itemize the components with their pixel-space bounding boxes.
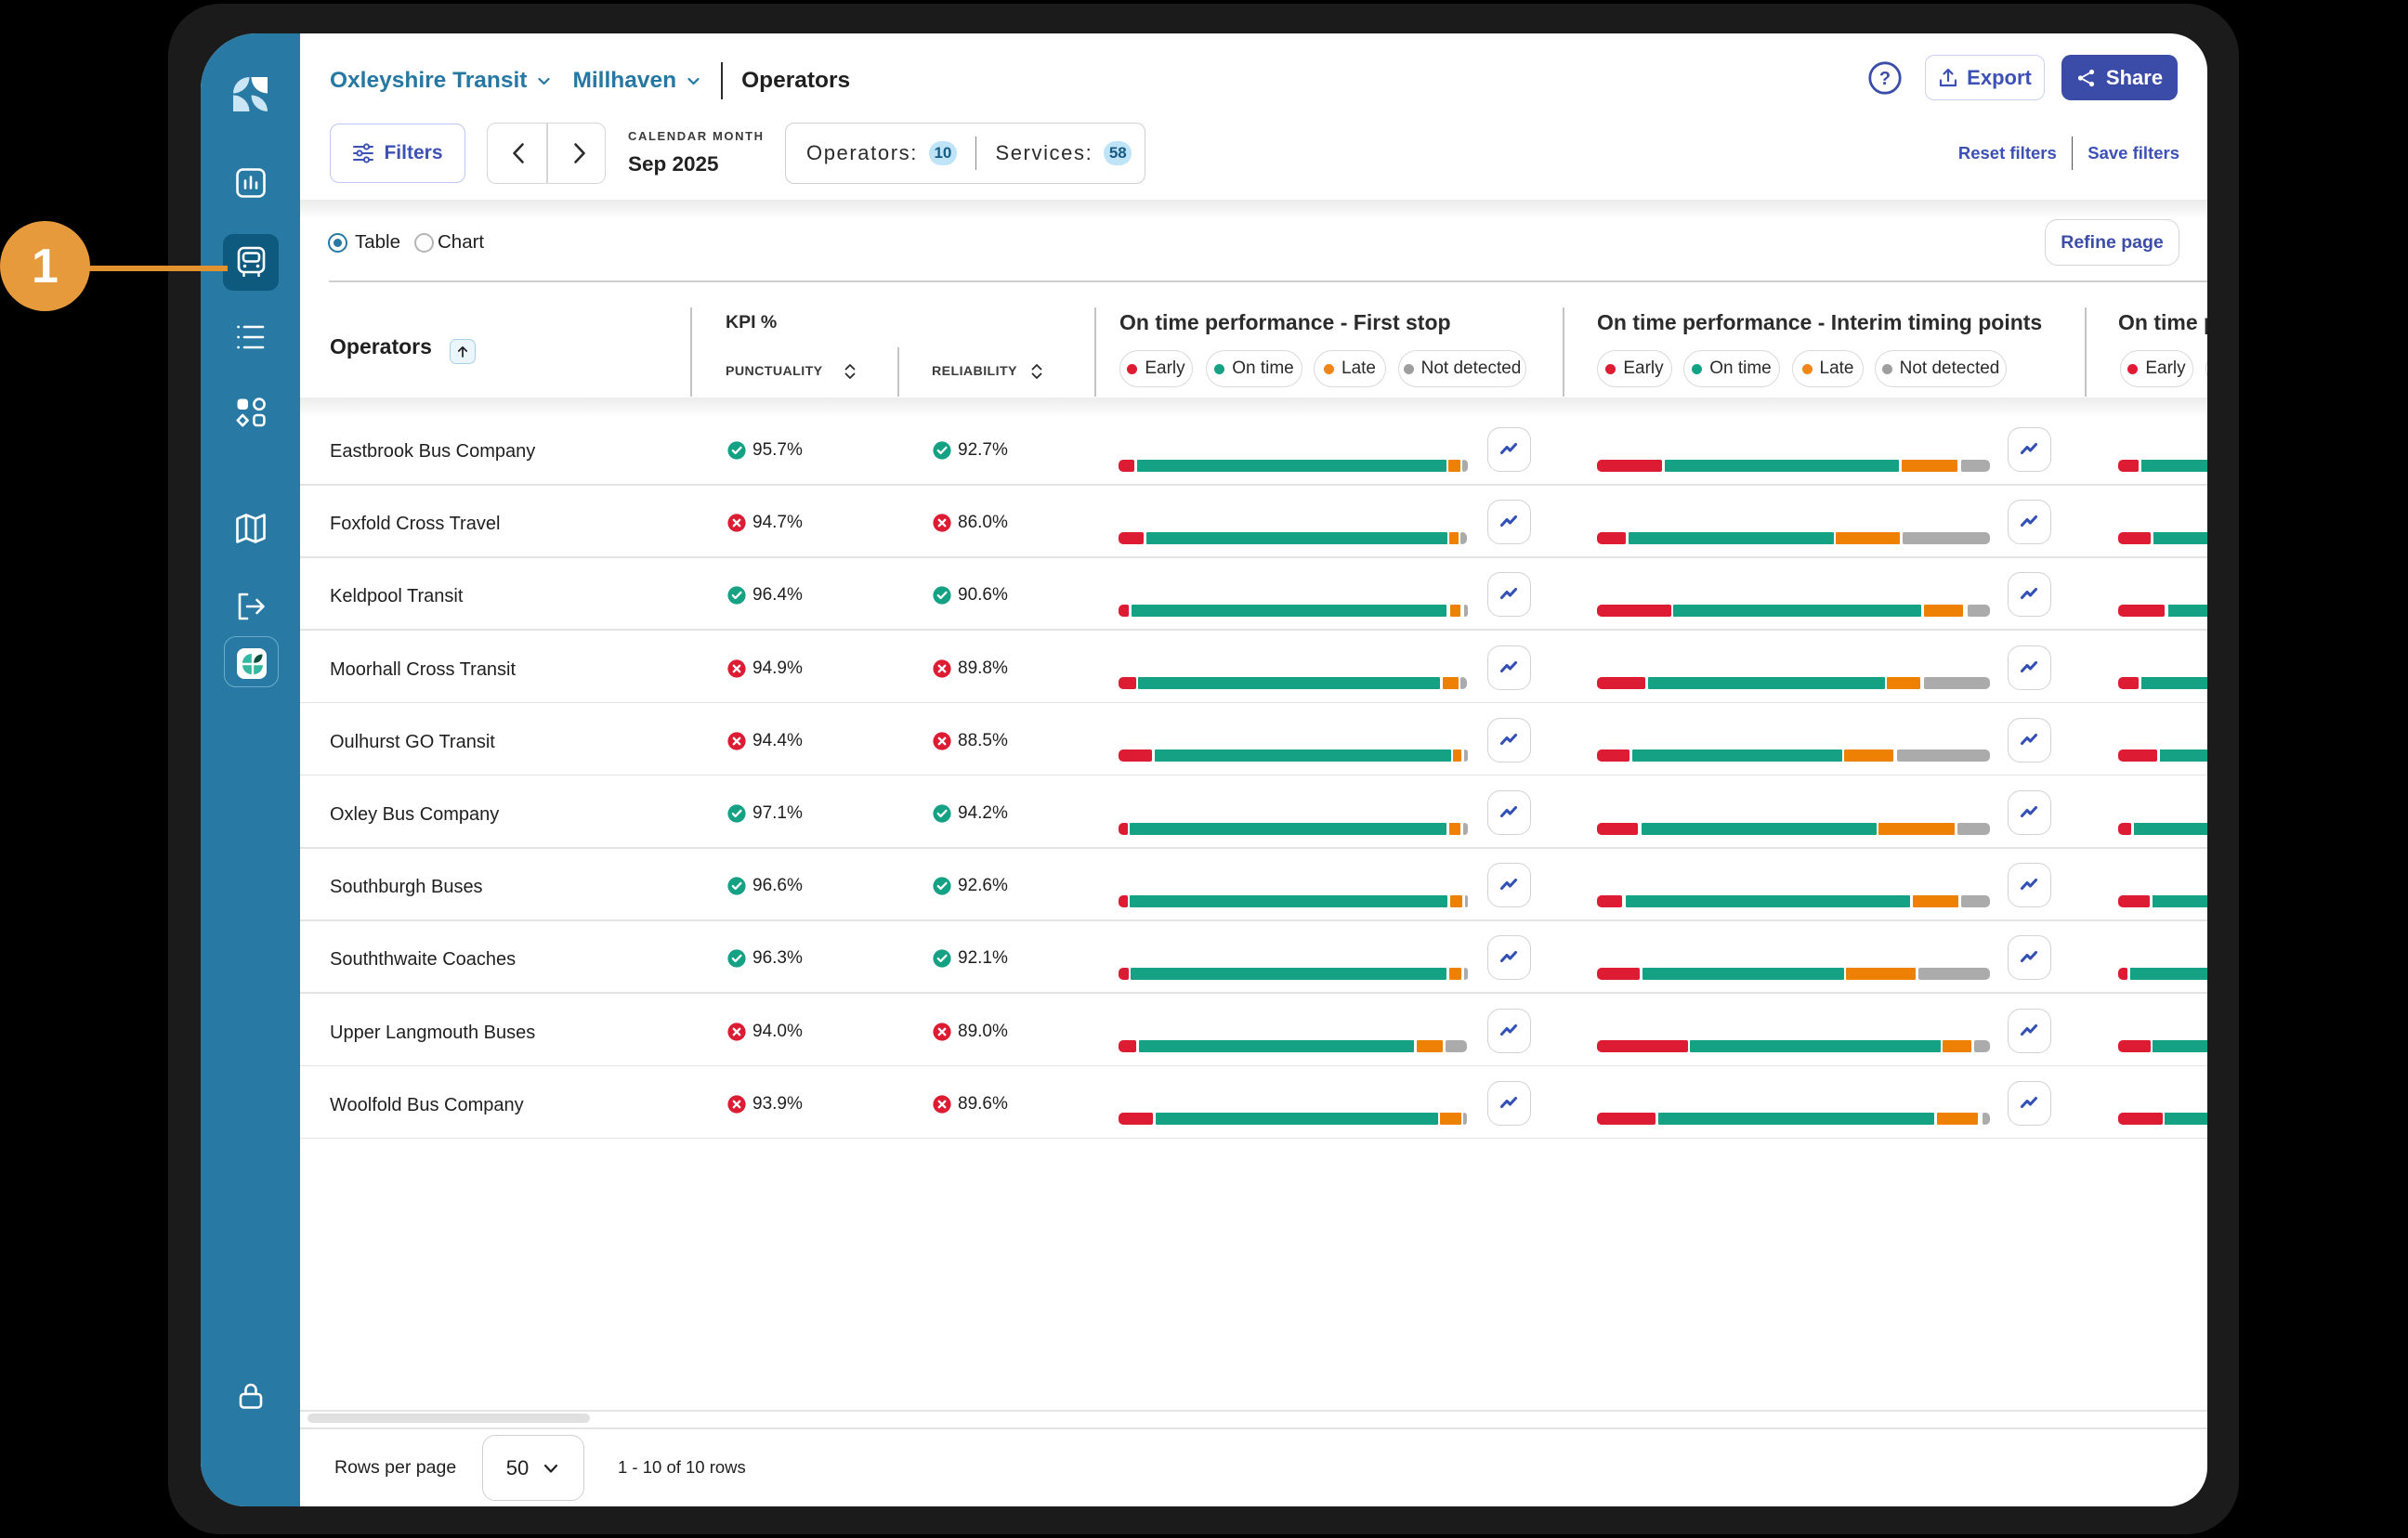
svg-text:?: ? <box>1879 69 1891 89</box>
